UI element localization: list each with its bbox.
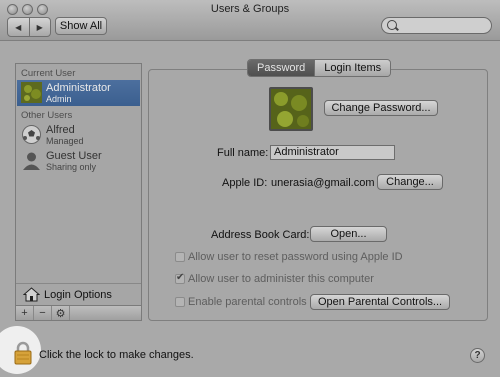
house-icon: [23, 287, 40, 302]
nav-arrows: ◀ ▶: [7, 17, 51, 37]
full-name-field[interactable]: Administrator: [270, 145, 395, 160]
person-silhouette-icon: [23, 152, 40, 170]
forward-arrow-icon: ▶: [36, 22, 43, 32]
gear-icon: ⚙: [55, 307, 66, 320]
full-name-label: Full name:: [217, 147, 269, 159]
user-row-guest[interactable]: Guest User Sharing only: [17, 148, 140, 174]
open-parental-controls-button[interactable]: Open Parental Controls...: [310, 294, 450, 310]
user-role: Managed: [46, 136, 84, 146]
administer-checkbox[interactable]: [175, 272, 185, 284]
tab-login-items[interactable]: Login Items: [314, 60, 391, 76]
user-name: Guest User: [46, 150, 102, 162]
user-name: Alfred: [46, 124, 75, 136]
add-user-button[interactable]: +: [16, 306, 34, 320]
checkbox-label: Enable parental controls: [188, 296, 307, 308]
user-row-administrator[interactable]: Administrator Admin: [17, 80, 140, 106]
search-field[interactable]: [381, 17, 492, 34]
reset-password-checkbox-row[interactable]: Allow user to reset password using Apple…: [175, 251, 403, 263]
action-menu-button[interactable]: ⚙: [52, 306, 70, 320]
search-icon: [387, 20, 397, 30]
user-role: Sharing only: [46, 162, 97, 172]
title-bar: Users & Groups ◀ ▶ Show All: [0, 0, 500, 41]
parental-controls-checkbox[interactable]: [175, 297, 185, 307]
current-user-header: Current User: [21, 68, 76, 79]
user-picture[interactable]: [269, 87, 313, 131]
administer-checkbox-row[interactable]: Allow user to administer this computer: [175, 272, 374, 285]
user-name: Administrator: [46, 82, 111, 94]
open-address-book-button[interactable]: Open...: [310, 226, 387, 242]
apple-id-label: Apple ID:: [222, 177, 268, 189]
change-apple-id-button[interactable]: Change...: [377, 174, 443, 190]
user-list-sidebar: Current User Administrator Admin Other U…: [15, 63, 142, 321]
show-all-button[interactable]: Show All: [55, 17, 107, 35]
login-options-label: Login Options: [44, 289, 112, 301]
login-options-item[interactable]: Login Options: [16, 283, 141, 306]
checkbox-label: Allow user to administer this computer: [188, 273, 374, 285]
tab-bar: Password Login Items: [247, 59, 392, 77]
back-arrow-icon: ◀: [15, 22, 22, 32]
forward-button[interactable]: ▶: [28, 18, 51, 36]
address-book-card-label: Address Book Card:: [211, 229, 310, 241]
parental-controls-checkbox-row[interactable]: Enable parental controls: [175, 296, 307, 308]
apple-id-value: unerasia@gmail.com: [271, 177, 375, 189]
lock-message: Click the lock to make changes.: [39, 349, 194, 361]
window-title: Users & Groups: [210, 3, 290, 15]
checkbox-label: Allow user to reset password using Apple…: [188, 251, 403, 263]
other-users-header: Other Users: [21, 110, 73, 121]
change-password-button[interactable]: Change Password...: [324, 100, 438, 116]
avatar: [21, 82, 42, 103]
soccer-ball-icon: [22, 125, 41, 144]
tab-password[interactable]: Password: [248, 60, 315, 76]
lock-icon[interactable]: [14, 341, 32, 365]
user-role: Admin: [46, 94, 72, 104]
reset-password-checkbox[interactable]: [175, 252, 185, 262]
remove-user-button[interactable]: −: [34, 306, 52, 320]
back-button[interactable]: ◀: [8, 18, 29, 36]
sidebar-toolbar: + − ⚙: [15, 305, 142, 321]
users-groups-window: Users & Groups ◀ ▶ Show All Current User…: [0, 0, 500, 377]
user-row-alfred[interactable]: Alfred Managed: [17, 122, 140, 148]
help-button[interactable]: ?: [470, 348, 485, 363]
